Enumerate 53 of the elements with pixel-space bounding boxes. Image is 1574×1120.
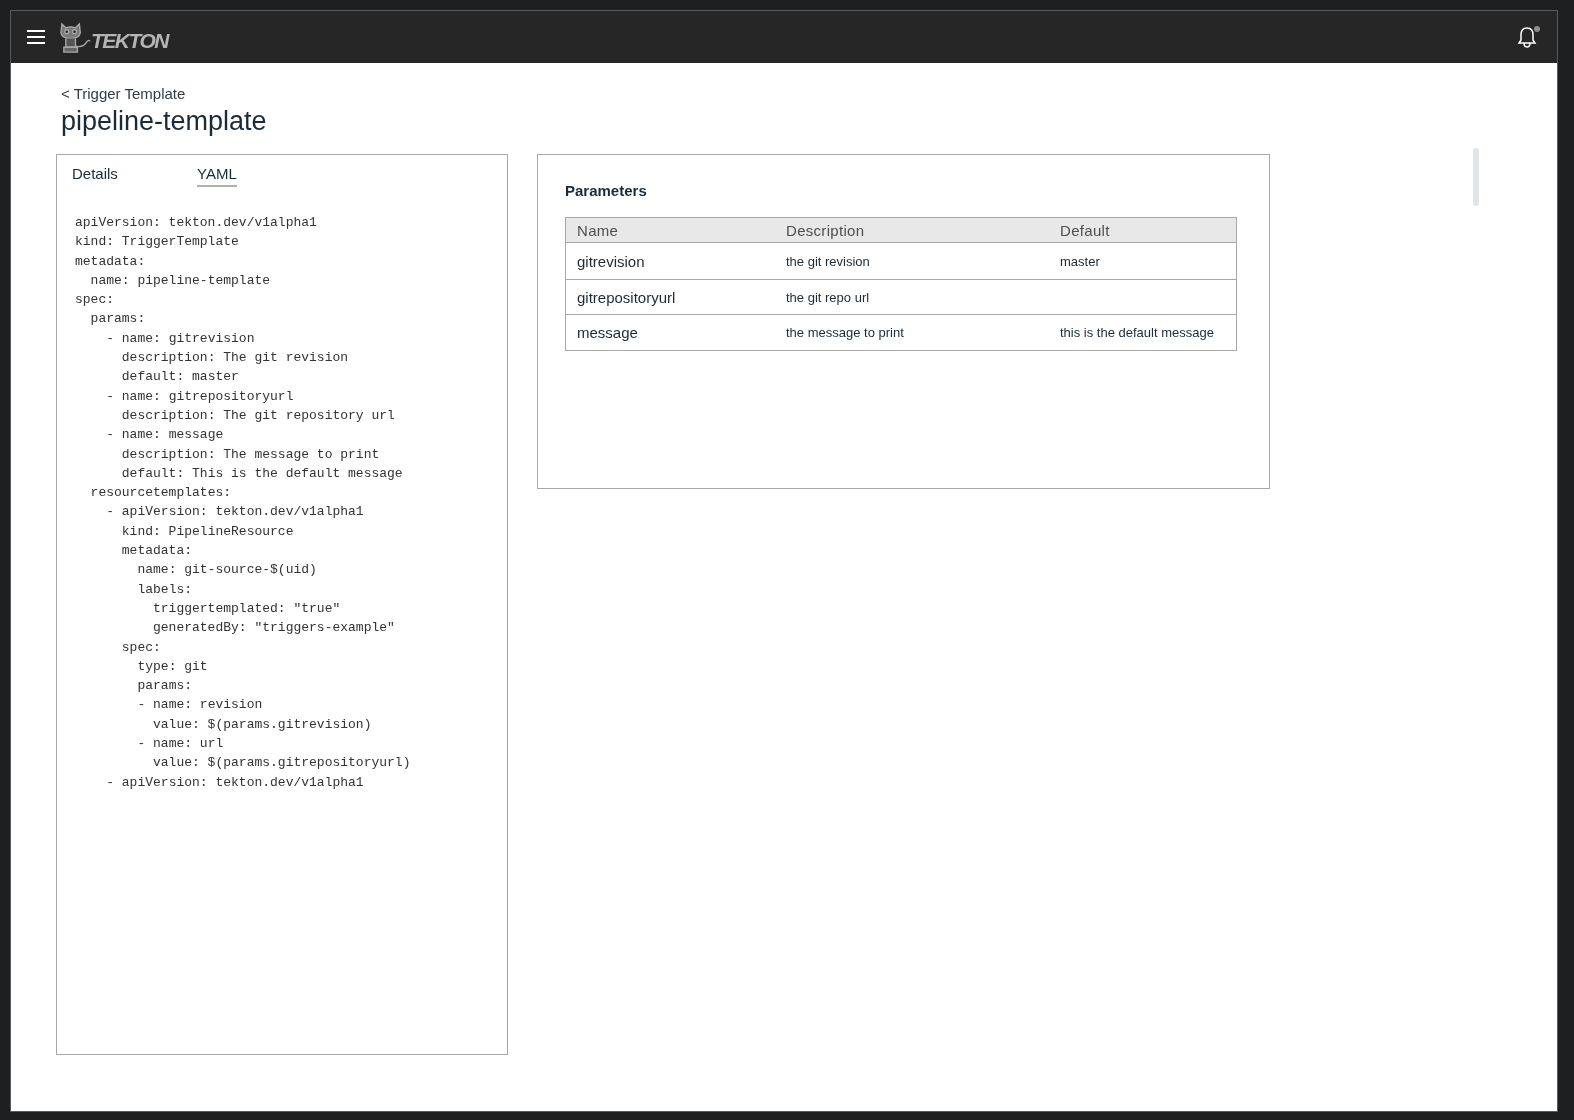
- tab[interactable]: YAML: [197, 165, 237, 187]
- code-line: triggertemplated: "true": [153, 599, 341, 618]
- logo-text: TEKTON: [91, 30, 168, 51]
- code-line: - name: revision: [137, 696, 263, 715]
- code-line: - apiVersion: tekton.dev/v1alpha1: [106, 503, 364, 522]
- code-line: spec:: [75, 291, 114, 310]
- code-line: - name: message: [106, 426, 224, 445]
- column-header: Name: [577, 221, 619, 239]
- code-line: - apiVersion: tekton.dev/v1alpha1: [106, 773, 364, 792]
- table-cell: gitrevision: [577, 252, 645, 270]
- section-title: Parameters: [565, 182, 647, 200]
- code-line: - name: gitrevision: [106, 329, 255, 348]
- code-line: name: pipeline-template: [90, 271, 271, 290]
- cat-mascot-icon: [59, 21, 91, 55]
- scrollbar[interactable]: [1473, 148, 1479, 206]
- code-line: resourcetemplates:: [90, 484, 232, 503]
- code-line: name: git-source-$(uid): [137, 561, 317, 580]
- code-line: default: This is the default message: [121, 464, 403, 483]
- code-line: - name: gitrepositoryurl: [106, 387, 294, 406]
- table-cell: master: [1060, 253, 1100, 269]
- table-cell: the git revision: [786, 253, 870, 269]
- table-cell: the git repo url: [786, 289, 870, 305]
- breadcrumb-link[interactable]: < Trigger Template: [61, 85, 186, 103]
- code-line: spec:: [121, 638, 161, 657]
- code-line: generatedBy: "triggers-example": [153, 619, 395, 638]
- table-cell: the message to print: [786, 325, 904, 340]
- code-line: params:: [90, 310, 146, 329]
- tab[interactable]: Details: [72, 165, 118, 187]
- column-header: Description: [786, 221, 865, 239]
- table-cell: message: [577, 324, 638, 341]
- code-line: description: The git repository url: [121, 406, 395, 425]
- table-cell: gitrepositoryurl: [577, 288, 676, 306]
- code-line: labels:: [137, 580, 193, 599]
- code-line: apiVersion: tekton.dev/v1alpha1: [75, 214, 317, 232]
- bell-icon: [1517, 26, 1537, 48]
- code-line: value: $(params.gitrevision): [153, 715, 372, 734]
- code-line: description: The message to print: [121, 445, 380, 464]
- code-line: metadata:: [121, 542, 193, 561]
- page-title: pipeline-template: [61, 106, 267, 137]
- code-line: kind: PipelineResource: [121, 522, 294, 541]
- menu-button[interactable]: [27, 29, 45, 45]
- code-line: value: $(params.gitrepositoryurl): [153, 754, 411, 773]
- table-cell: this is the default message: [1060, 325, 1214, 340]
- code-line: params:: [137, 677, 193, 696]
- code-line: default: master: [121, 368, 239, 387]
- menu-icon: [27, 29, 45, 45]
- column-header: Default: [1060, 221, 1110, 239]
- code-line: type: git: [137, 657, 208, 676]
- code-line: kind: TriggerTemplate: [75, 233, 239, 252]
- notifications-button[interactable]: [1517, 26, 1539, 48]
- code-line: - name: url: [137, 735, 224, 753]
- code-line: metadata:: [75, 252, 146, 271]
- code-line: description: The git revision: [121, 349, 349, 368]
